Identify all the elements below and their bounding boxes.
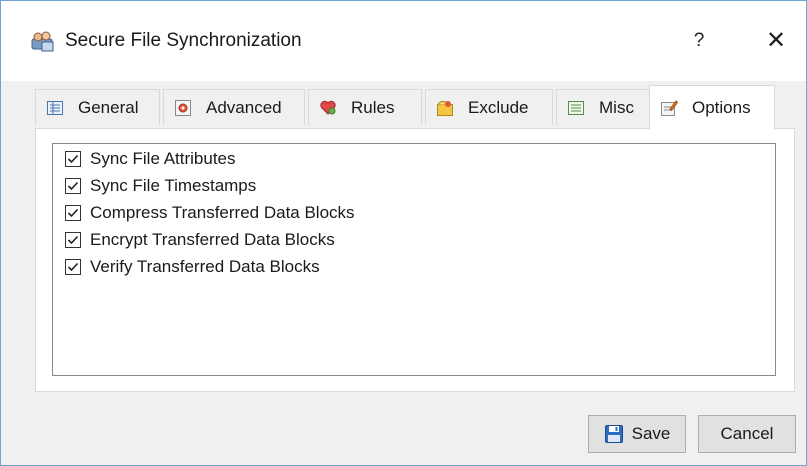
option-compress-transferred-data-blocks[interactable]: Compress Transferred Data Blocks	[65, 200, 355, 226]
option-verify-transferred-data-blocks[interactable]: Verify Transferred Data Blocks	[65, 254, 320, 280]
tab-general-label: General	[78, 97, 139, 117]
close-button[interactable]: ✕	[761, 26, 791, 56]
general-icon	[46, 99, 64, 117]
tab-rules[interactable]: Rules	[308, 89, 422, 125]
checkbox-checked[interactable]	[65, 205, 81, 221]
cancel-button[interactable]: Cancel	[698, 415, 796, 453]
title-bar[interactable]: Secure File Synchronization ? ✕	[1, 1, 806, 81]
tab-misc[interactable]: Misc	[556, 89, 656, 125]
misc-icon	[567, 99, 585, 117]
tab-advanced-label: Advanced	[206, 97, 282, 117]
rules-icon	[319, 99, 337, 117]
option-label: Verify Transferred Data Blocks	[90, 257, 320, 276]
options-panel: Sync File Attributes Sync File Timestamp…	[35, 128, 795, 392]
options-list[interactable]: Sync File Attributes Sync File Timestamp…	[52, 143, 776, 376]
checkbox-checked[interactable]	[65, 151, 81, 167]
option-encrypt-transferred-data-blocks[interactable]: Encrypt Transferred Data Blocks	[65, 227, 335, 253]
floppy-disk-icon	[604, 424, 624, 444]
tab-misc-label: Misc	[599, 97, 634, 117]
advanced-icon	[174, 99, 192, 117]
option-label: Sync File Timestamps	[90, 176, 257, 195]
tab-general[interactable]: General	[35, 89, 160, 125]
checkbox-checked[interactable]	[65, 259, 81, 275]
option-sync-file-timestamps[interactable]: Sync File Timestamps	[65, 173, 256, 199]
option-sync-file-attributes[interactable]: Sync File Attributes	[65, 146, 236, 172]
checkbox-checked[interactable]	[65, 232, 81, 248]
window-title: Secure File Synchronization	[65, 30, 302, 51]
tab-options-label: Options	[692, 98, 751, 117]
option-label: Compress Transferred Data Blocks	[90, 203, 355, 222]
checkbox-checked[interactable]	[65, 178, 81, 194]
tab-rules-label: Rules	[351, 97, 395, 117]
app-icon	[29, 29, 57, 53]
tab-advanced[interactable]: Advanced	[163, 89, 305, 125]
option-label: Encrypt Transferred Data Blocks	[90, 230, 335, 249]
options-icon	[660, 99, 679, 117]
tab-options[interactable]: Options	[649, 85, 775, 130]
dialog-window: Secure File Synchronization ? ✕ General	[0, 0, 807, 466]
save-button-label: Save	[631, 424, 671, 443]
option-label: Sync File Attributes	[90, 149, 236, 168]
tab-exclude[interactable]: Exclude	[425, 89, 553, 125]
help-button[interactable]: ?	[684, 26, 714, 56]
exclude-icon	[436, 99, 454, 117]
tab-exclude-label: Exclude	[468, 97, 529, 117]
tab-strip: General Advanced Rules Exclude Misc Opti…	[35, 85, 795, 130]
save-button[interactable]: Save	[588, 415, 686, 453]
